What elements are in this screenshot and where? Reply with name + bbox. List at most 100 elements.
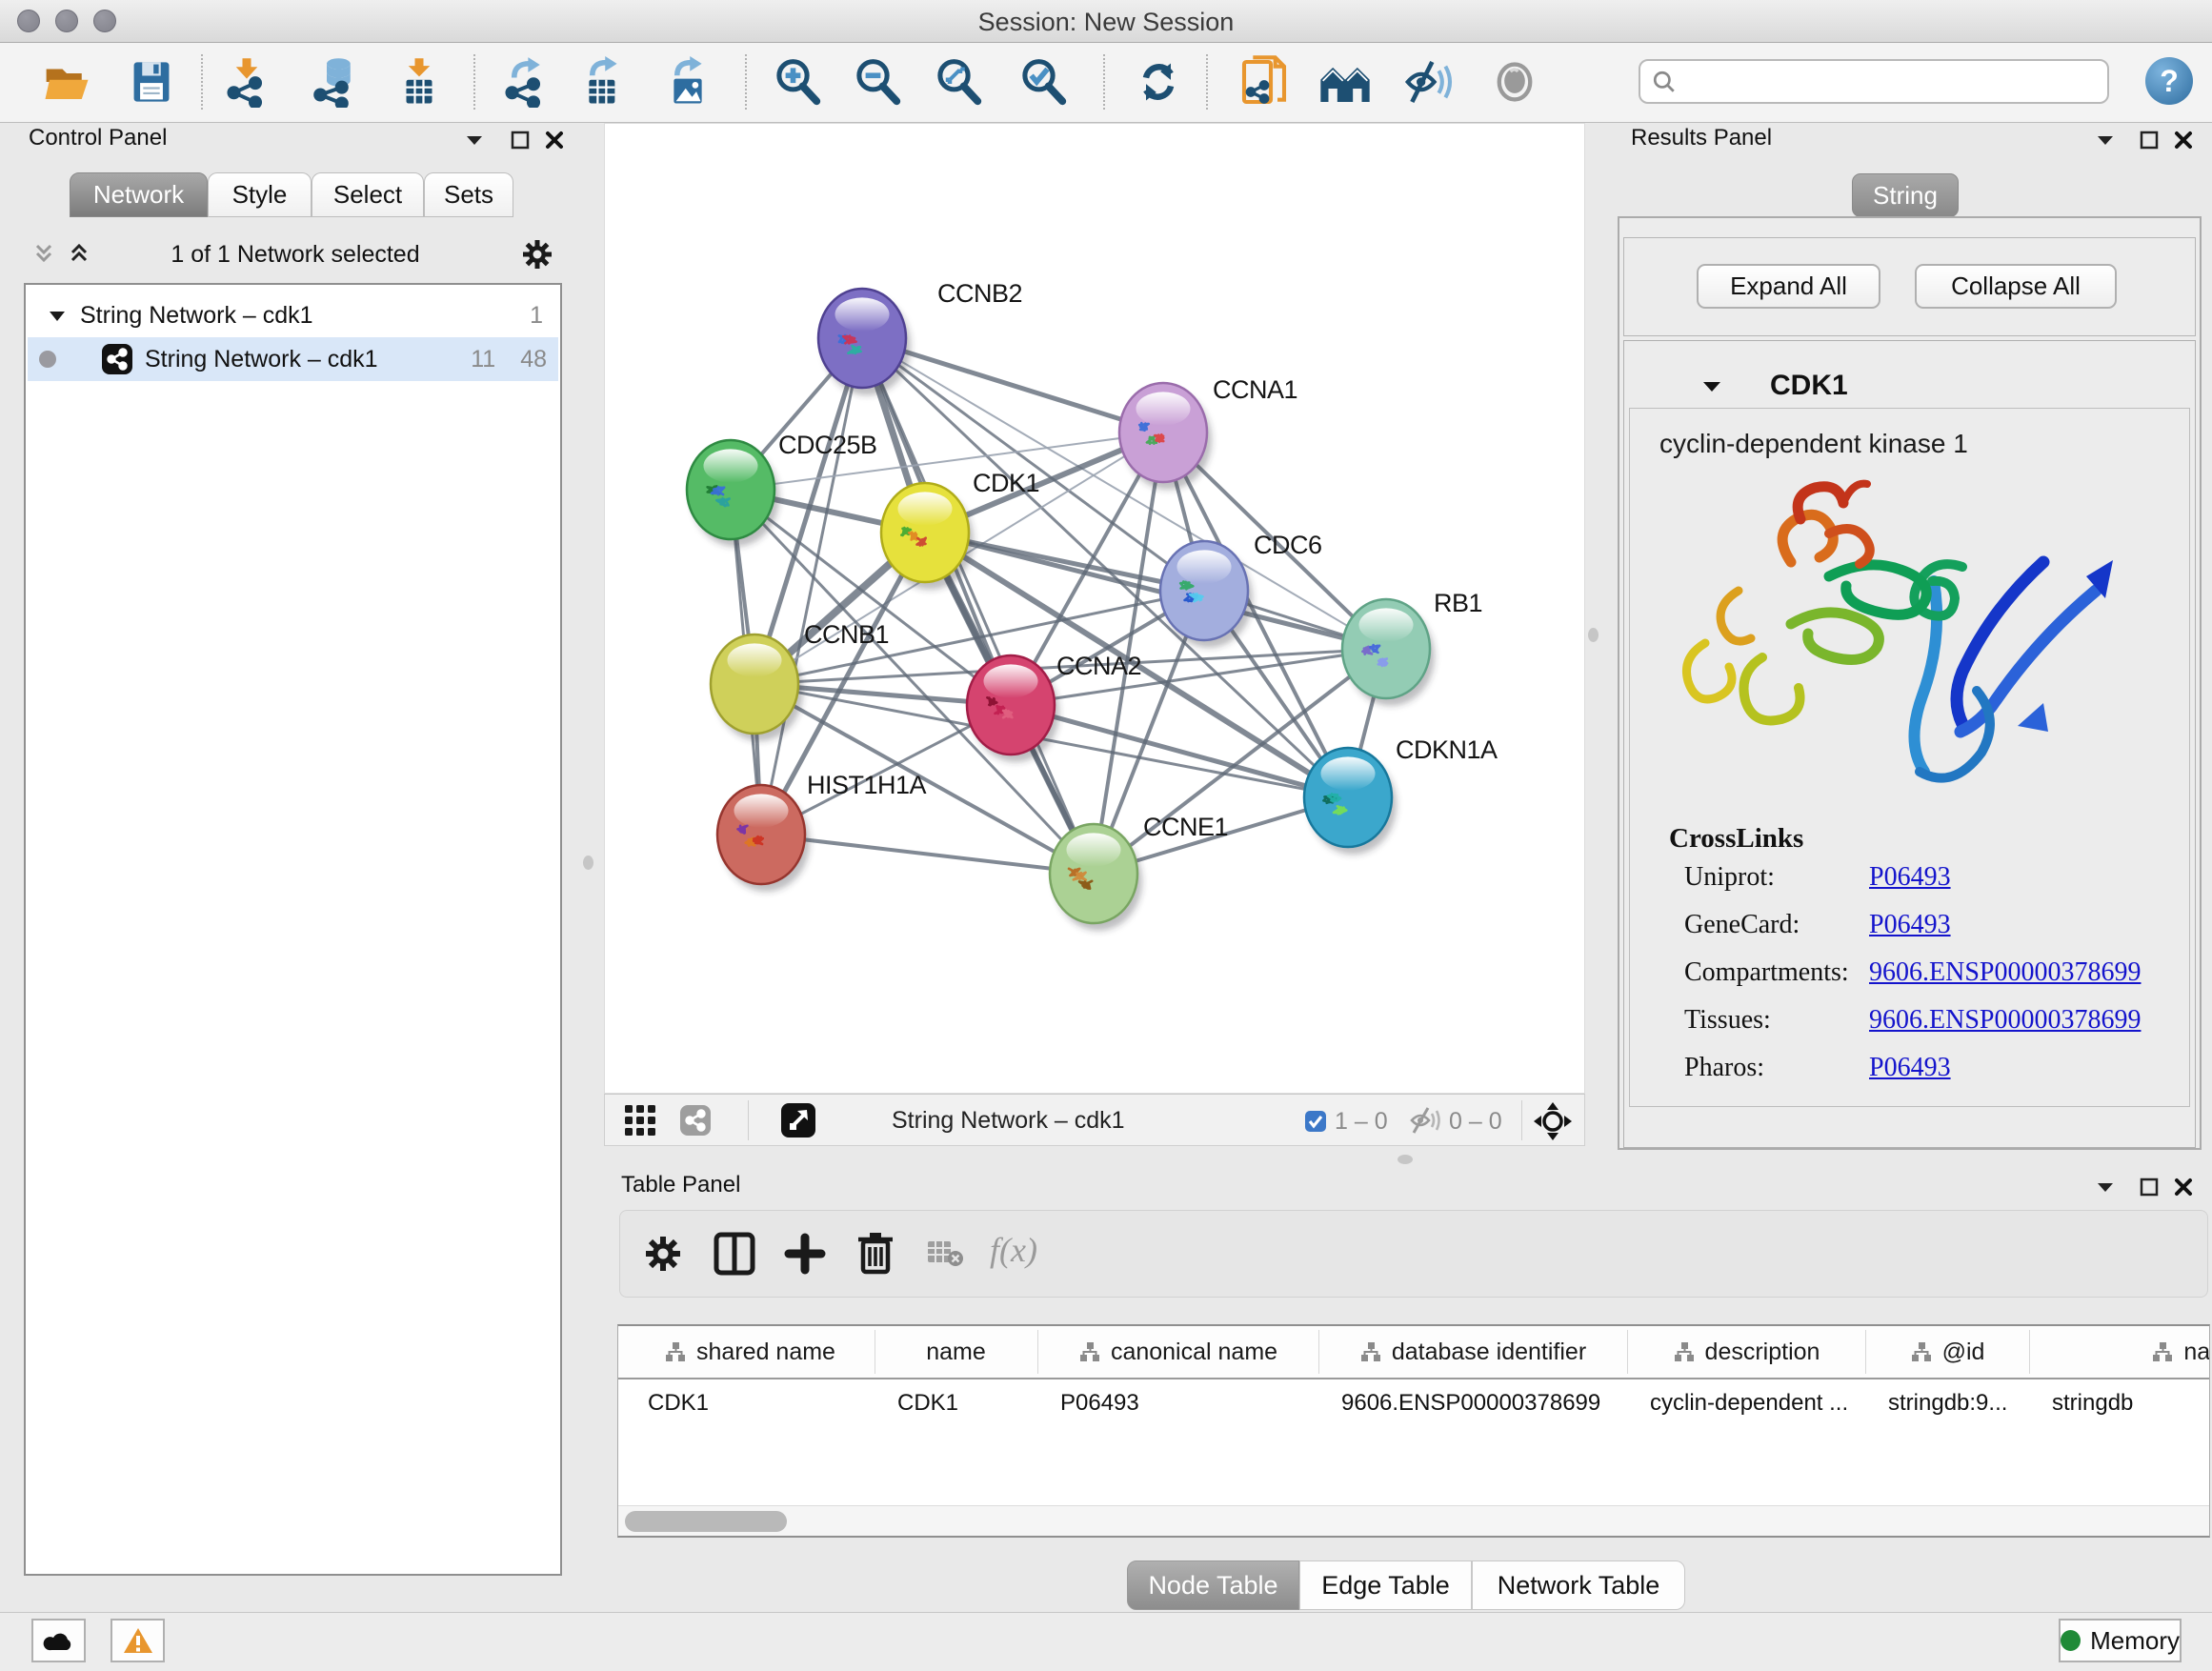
network-node-CDK1[interactable] [881,483,974,590]
export-image-icon[interactable] [660,52,715,111]
network-node-CCNB2[interactable] [818,289,911,395]
zoom-selected-icon[interactable] [1016,52,1071,111]
results-panel-close-icon[interactable] [2174,131,2193,154]
tab-edge-table-label: Edge Table [1321,1571,1450,1601]
collection-expand-icon[interactable] [49,310,66,322]
crosslink-value-link[interactable]: P06493 [1869,862,1951,893]
network-node-CDKN1A[interactable] [1304,748,1397,855]
tab-style[interactable]: Style [208,172,312,217]
network-node-CDC25B[interactable] [687,440,779,547]
import-table-file-icon[interactable] [392,52,447,111]
control-panel-collapse-icon[interactable] [465,133,484,151]
column-header-name[interactable]: name [875,1326,1037,1378]
column-header-shared-name[interactable]: shared name [625,1326,875,1378]
network-collection-row[interactable]: String Network – cdk1 1 [28,293,558,337]
column-header-description[interactable]: description [1627,1326,1865,1378]
hide-eye-slash-icon[interactable] [1402,52,1458,111]
column-header--id[interactable]: @id [1865,1326,2029,1378]
zoom-out-icon[interactable] [850,52,905,111]
crosslinks-title: CrossLinks [1669,823,1803,855]
table-cell[interactable]: P06493 [1037,1381,1318,1425]
cloud-status-button[interactable] [31,1619,86,1662]
show-eye-icon[interactable] [1487,52,1542,111]
export-table-file-icon[interactable] [575,52,631,111]
network-overview-houses-icon[interactable] [1317,52,1373,111]
delete-column-trash-icon[interactable] [855,1230,896,1280]
table-cell[interactable]: stringdb [2029,1381,2210,1425]
crosslink-row: Tissues:9606.ENSP00000378699 [1684,1005,2180,1036]
birds-eye-view-icon[interactable] [1533,1101,1573,1146]
column-header-database-identifier[interactable]: database identifier [1318,1326,1627,1378]
network-badge-icon[interactable] [679,1104,712,1141]
network-node-CCNE1[interactable] [1050,824,1142,931]
open-view-icon[interactable] [780,1102,816,1143]
tab-node-table[interactable]: Node Table [1127,1560,1299,1610]
table-cell[interactable]: CDK1 [875,1381,1037,1425]
gene-collapse-icon[interactable] [1701,379,1722,398]
search-input[interactable] [1677,63,2107,101]
network-view-toolbar: String Network – cdk1 1 – 0 0 – 0 [604,1094,1585,1146]
zoom-in-icon[interactable] [770,52,825,111]
create-column-plus-icon[interactable] [784,1232,826,1280]
network-node-HIST1H1A[interactable] [717,785,810,892]
scrollbar-thumb[interactable] [625,1511,787,1532]
left-splitter-handle[interactable] [583,856,593,870]
share-file-icon[interactable] [1237,52,1292,111]
network-canvas[interactable]: CCNB2CCNA1CDC25BCDK1CDC6RB1CCNB1CCNA2CDK… [604,123,1585,1094]
network-node-CCNA2[interactable] [967,655,1059,762]
tab-network[interactable]: Network [70,172,208,217]
table-cell[interactable]: cyclin-dependent ... [1627,1381,1865,1425]
network-options-gear-icon[interactable] [519,236,555,277]
expand-all-networks-icon[interactable] [66,242,92,273]
tab-edge-table[interactable]: Edge Table [1299,1560,1472,1610]
results-panel-float-icon[interactable] [2140,131,2159,154]
import-network-file-icon[interactable] [219,52,274,111]
expand-all-button[interactable]: Expand All [1697,264,1880,309]
grid-view-icon[interactable] [624,1104,656,1141]
collection-count: 1 [530,302,543,330]
tab-network-table[interactable]: Network Table [1472,1560,1685,1610]
show-columns-icon[interactable] [714,1232,755,1280]
tab-select[interactable]: Select [312,172,424,217]
table-panel-float-icon[interactable] [2140,1178,2159,1201]
refresh-icon[interactable] [1131,52,1186,111]
table-cell[interactable]: 9606.ENSP00000378699 [1318,1381,1627,1425]
collapse-all-button[interactable]: Collapse All [1915,264,2117,309]
table-panel-collapse-icon[interactable] [2096,1180,2115,1198]
column-header-canonical-name[interactable]: canonical name [1037,1326,1318,1378]
network-row[interactable]: String Network – cdk1 11 48 [28,337,558,381]
delete-table-icon-disabled [927,1239,965,1275]
crosslink-value-link[interactable]: 9606.ENSP00000378699 [1869,957,2141,988]
crosslink-value-link[interactable]: P06493 [1869,1053,1951,1083]
memory-button[interactable]: Memory [2059,1619,2182,1662]
right-splitter-handle[interactable] [1588,628,1599,642]
save-session-icon[interactable] [124,52,179,111]
crosslink-value-link[interactable]: 9606.ENSP00000378699 [1869,1005,2141,1036]
tab-string[interactable]: String [1852,173,1959,217]
tab-sets[interactable]: Sets [424,172,513,217]
collapse-all-networks-icon[interactable] [30,242,57,273]
warning-icon [123,1627,153,1654]
table-cell[interactable]: CDK1 [625,1381,875,1425]
control-panel-close-icon[interactable] [545,131,564,154]
network-tree: String Network – cdk1 1 String Network –… [24,283,562,1576]
table-panel-close-icon[interactable] [2174,1178,2193,1201]
help-icon[interactable]: ? [2145,57,2193,105]
network-node-RB1[interactable] [1342,599,1435,706]
column-type-tree-icon [1910,1340,1933,1363]
export-network-file-icon[interactable] [497,52,553,111]
network-node-CCNA1[interactable] [1119,383,1212,490]
column-header-namespace[interactable]: namespace [2029,1326,2210,1378]
warning-status-button[interactable] [111,1619,165,1662]
table-cell[interactable]: stringdb:9... [1865,1381,2029,1425]
import-network-database-icon[interactable] [308,52,363,111]
table-settings-gear-icon[interactable] [641,1232,685,1280]
crosslink-value-link[interactable]: P06493 [1869,910,1951,940]
control-panel-float-icon[interactable] [511,131,530,154]
hidden-eye-slash-icon[interactable] [1409,1106,1441,1139]
bottom-splitter-handle[interactable] [1398,1155,1413,1164]
zoom-fit-icon[interactable] [931,52,986,111]
open-session-icon[interactable] [39,52,94,111]
results-panel-collapse-icon[interactable] [2096,133,2115,151]
selected-checkbox[interactable] [1304,1110,1327,1137]
